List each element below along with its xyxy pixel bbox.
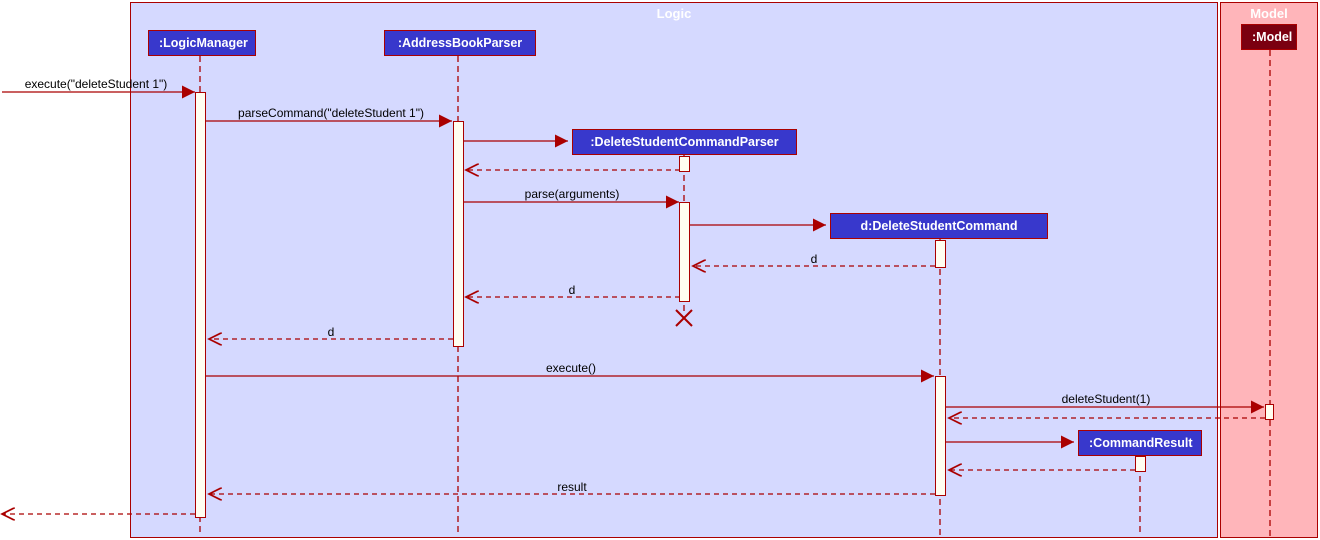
activation-bar: [935, 376, 946, 496]
activation-bar: [935, 240, 946, 268]
msg-return-d1: d: [694, 252, 934, 266]
activation-bar: [195, 92, 206, 518]
msg-return-d2: d: [465, 283, 679, 297]
address-book-parser-head: :AddressBookParser: [384, 30, 536, 56]
msg-return-d3: d: [210, 325, 452, 339]
activation-bar: [453, 121, 464, 347]
msg-parse-command: parseCommand("deleteStudent 1"): [208, 106, 454, 120]
msg-parse: parse(arguments): [465, 187, 679, 201]
msg-delete-student: deleteStudent(1): [948, 392, 1264, 406]
model-frame-title: Model: [1221, 6, 1317, 21]
activation-bar: [1135, 456, 1146, 472]
delete-command-head: d:DeleteStudentCommand: [830, 213, 1048, 239]
logic-frame-title: Logic: [131, 6, 1217, 21]
model-head: :Model: [1241, 24, 1297, 50]
msg-result: result: [210, 480, 934, 494]
activation-bar: [1265, 404, 1274, 420]
activation-bar: [679, 202, 690, 302]
logic-manager-head: :LogicManager: [148, 30, 256, 56]
logic-frame: Logic: [130, 2, 1218, 538]
msg-execute: execute("deleteStudent 1"): [6, 77, 186, 91]
model-frame: Model: [1220, 2, 1318, 538]
delete-parser-head: :DeleteStudentCommandParser: [572, 129, 797, 155]
command-result-head: :CommandResult: [1078, 430, 1202, 456]
activation-bar: [679, 156, 690, 172]
msg-execute2: execute(): [208, 361, 934, 375]
